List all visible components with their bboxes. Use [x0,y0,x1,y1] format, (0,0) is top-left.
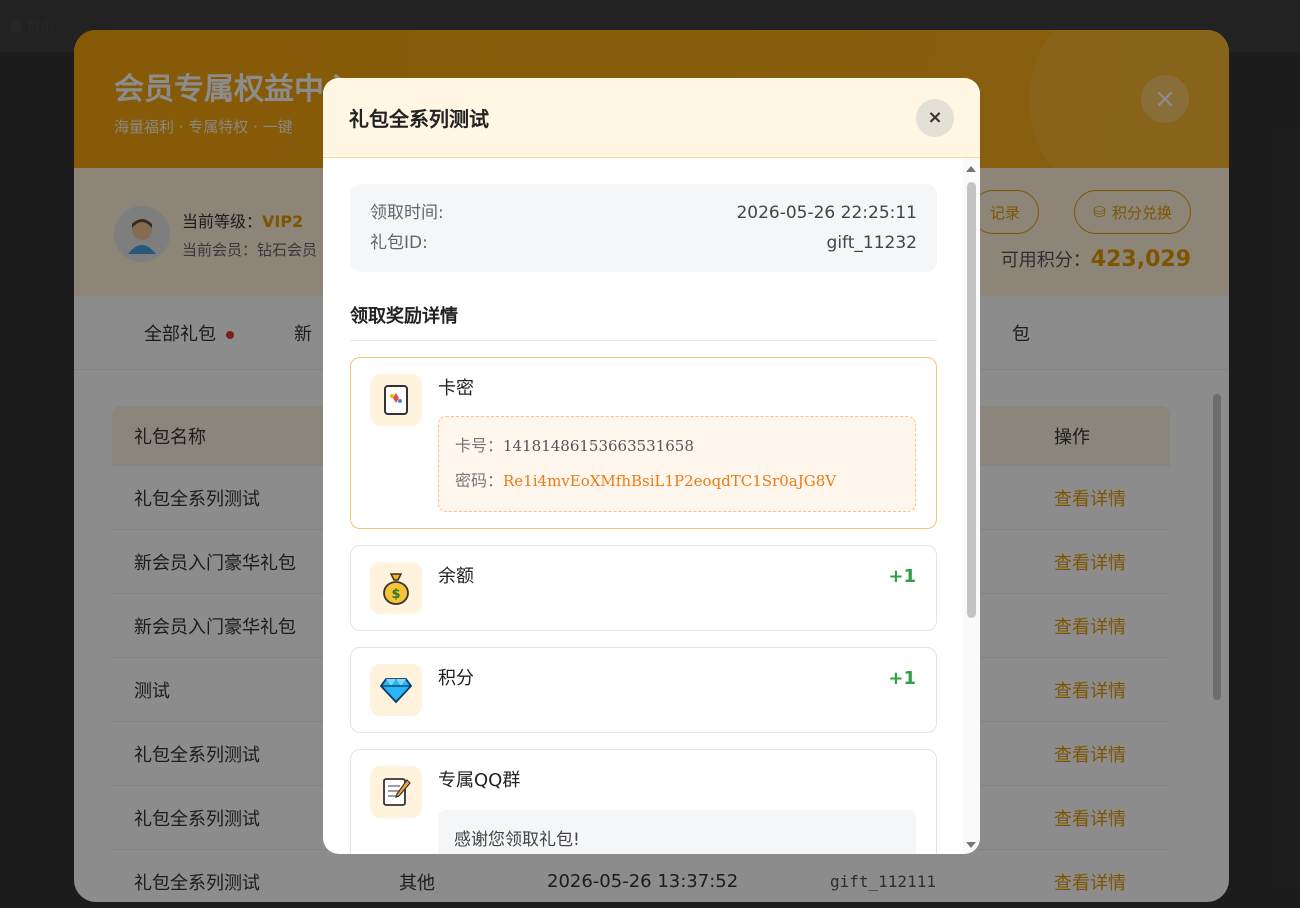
reward-name: 余额 [438,566,474,587]
reward-balance: $ 余额 +1 [350,545,937,631]
reward-card: 卡密 卡号：14181486153663531658 密码：Re1i4mvEoX… [350,357,937,529]
qq-message: 感谢您领取礼包! [438,810,916,854]
dialog-title: 礼包全系列测试 [349,107,489,131]
card-no-label: 卡号： [455,438,504,455]
card-icon [370,374,422,426]
gift-id: gift_11232 [826,233,917,253]
section-title: 领取奖励详情 [350,302,937,341]
reward-value: +1 [888,668,916,689]
card-number[interactable]: 14181486153663531658 [503,437,694,455]
reward-qq-group: 专属QQ群 感谢您领取礼包! [350,749,937,854]
scroll-down-icon[interactable] [966,842,976,848]
close-icon[interactable]: × [916,98,954,137]
claim-time: 2026-05-26 22:25:11 [736,203,917,223]
claim-info: 领取时间: 2026-05-26 22:25:11 礼包ID: gift_11232 [350,184,937,272]
card-password[interactable]: Re1i4mvEoXMfhBsiL1P2eoqdTC1Sr0aJG8V [503,472,836,490]
dialog-body: 领取时间: 2026-05-26 22:25:11 礼包ID: gift_11232… [323,158,963,854]
reward-name: 卡密 [438,378,474,399]
card-secret-box: 卡号：14181486153663531658 密码：Re1i4mvEoXMfh… [438,416,916,512]
reward-value: +1 [888,566,916,587]
reward-name: 专属QQ群 [438,770,521,791]
dialog-scrollbar[interactable] [963,158,980,854]
gift-detail-dialog: 礼包全系列测试 × 领取时间: 2026-05-26 22:25:11 礼包ID:… [323,78,980,854]
dialog-header: 礼包全系列测试 × [323,78,980,158]
svg-text:$: $ [391,587,400,602]
scroll-up-icon[interactable] [966,166,976,172]
money-bag-icon: $ [370,562,422,614]
reward-name: 积分 [438,668,474,689]
diamond-icon [370,664,422,716]
memo-icon [370,766,422,818]
password-label: 密码： [455,473,504,490]
scroll-thumb[interactable] [967,182,976,618]
gift-id-label: 礼包ID: [370,233,428,253]
claim-time-label: 领取时间: [370,203,444,223]
reward-points: 积分 +1 [350,647,937,733]
